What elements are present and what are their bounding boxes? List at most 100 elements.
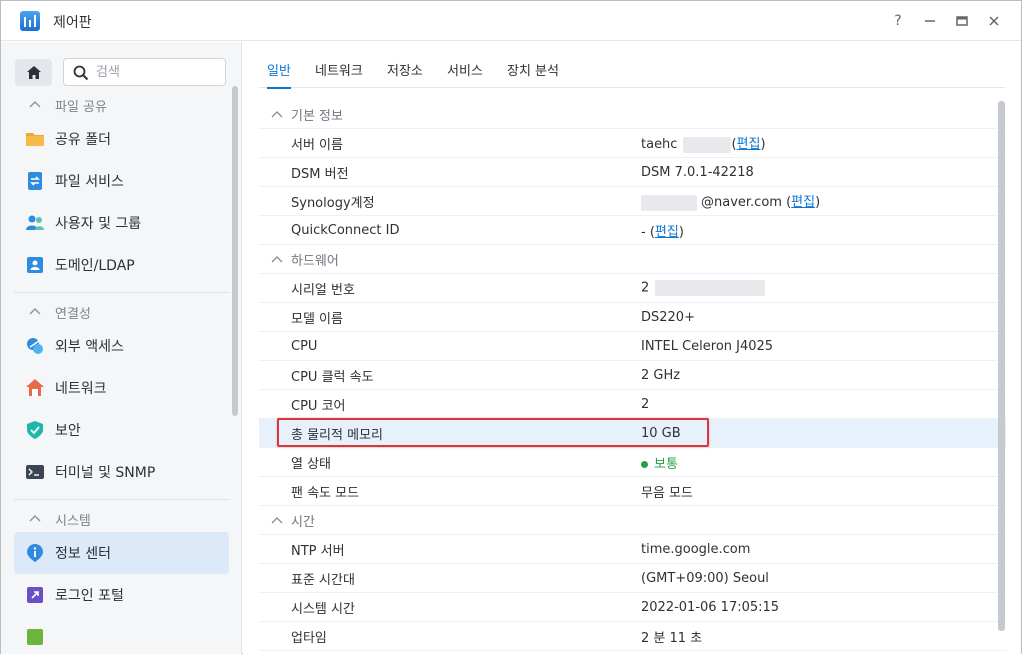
row-label: 팬 속도 모드 [291, 485, 360, 501]
search-box[interactable] [63, 58, 226, 86]
table-row: DSM 버전 DSM 7.0.1-42218 [259, 158, 1006, 187]
group-title: 하드웨어 [291, 253, 339, 269]
table-row: CPU INTEL Celeron J4025 [259, 332, 1006, 361]
row-label: Synology계정 [291, 195, 375, 211]
quickconnect-value: - [641, 224, 646, 240]
close-button[interactable] [983, 11, 1005, 31]
tab-bar: 일반 네트워크 저장소 서비스 장치 분석 [259, 42, 1005, 89]
tab-storage[interactable]: 저장소 [387, 60, 423, 88]
close-icon [989, 16, 999, 26]
sidebar-item-label: 사용자 및 그룹 [55, 216, 142, 232]
file-services-icon [28, 172, 42, 190]
sidebar-item-label: 터미널 및 SNMP [55, 465, 156, 481]
info-grid: 기본 정보 서버 이름 taehc (편집) DSM 버전 DSM 7.0.1-4… [259, 100, 1006, 651]
sidebar-scroll-thumb[interactable] [232, 86, 238, 416]
tab-device-analysis[interactable]: 장치 분석 [507, 60, 559, 88]
main-scrollbar[interactable] [998, 101, 1005, 631]
row-value: DS220+ [641, 309, 695, 325]
row-value: (GMT+09:00) Seoul [641, 570, 769, 586]
section-file-sharing[interactable]: 파일 공유 [1, 92, 241, 118]
home-icon [26, 66, 41, 79]
sidebar-item-label: 네트워크 [55, 381, 107, 397]
row-value: DSM 7.0.1-42218 [641, 164, 754, 180]
sidebar-item-terminal-snmp[interactable]: 터미널 및 SNMP [14, 451, 229, 493]
row-label: 모델 이름 [291, 311, 343, 327]
sidebar-scrollbar[interactable] [232, 86, 238, 416]
sidebar-item-label: 정보 센터 [55, 546, 111, 562]
home-button[interactable] [15, 59, 52, 86]
row-value: 보통 [641, 453, 678, 472]
section-system[interactable]: 시스템 [1, 506, 241, 532]
table-row: 시스템 시간 2022-01-06 17:05:15 [259, 593, 1006, 622]
table-row: CPU 클럭 속도 2 GHz [259, 361, 1006, 390]
search-icon [73, 65, 89, 81]
row-value: INTEL Celeron J4025 [641, 338, 774, 354]
table-row: 서버 이름 taehc (편집) [259, 129, 1006, 158]
network-icon [26, 379, 44, 396]
row-label: 업타임 [291, 630, 327, 646]
table-row: NTP 서버 time.google.com [259, 535, 1006, 564]
sidebar-item-info-center[interactable]: 정보 센터 [14, 532, 229, 574]
redacted-mask [641, 194, 697, 211]
row-label: NTP 서버 [291, 543, 345, 559]
group-hardware[interactable]: 하드웨어 [259, 245, 1006, 274]
row-label: 표준 시간대 [291, 572, 355, 588]
row-label: CPU 코어 [291, 398, 346, 414]
sidebar-item-label: 외부 액세스 [55, 339, 124, 355]
sidebar-item-network[interactable]: 네트워크 [14, 367, 229, 409]
row-value: 2 [641, 396, 650, 412]
edit-quickconnect-link[interactable]: 편집 [655, 225, 679, 240]
chevron-up-icon [271, 517, 283, 524]
row-label: CPU 클럭 속도 [291, 369, 374, 385]
search-input[interactable] [96, 63, 216, 81]
row-value: time.google.com [641, 541, 751, 557]
group-basic-info[interactable]: 기본 정보 [259, 100, 1006, 129]
tab-general[interactable]: 일반 [267, 60, 291, 89]
tab-services[interactable]: 서비스 [447, 60, 483, 88]
section-label: 파일 공유 [55, 99, 107, 115]
edit-account-link[interactable]: 편집 [791, 195, 815, 210]
sidebar-divider [14, 499, 229, 500]
control-panel-app-icon [20, 11, 40, 31]
main-panel: 일반 네트워크 저장소 서비스 장치 분석 기본 정보 서버 이름 taehc(… [243, 42, 1021, 654]
sidebar-item-label: 공유 폴더 [55, 132, 111, 148]
title-bar: 제어판 ? [1, 1, 1021, 41]
status-ok-dot [641, 460, 648, 468]
table-row-selected[interactable]: 총 물리적 메모리 10 GB [259, 419, 1006, 448]
group-title: 시간 [291, 514, 315, 530]
sidebar-item-label: 로그인 포털 [55, 588, 124, 604]
sidebar-item-login-portal[interactable]: 로그인 포털 [14, 574, 229, 616]
group-time[interactable]: 시간 [259, 506, 1006, 535]
row-label: QuickConnect ID [291, 222, 400, 238]
users-icon [26, 215, 44, 230]
edit-server-name-link[interactable]: 편집 [737, 137, 761, 152]
tab-network[interactable]: 네트워크 [315, 60, 363, 88]
sidebar-divider [14, 292, 229, 293]
row-label: CPU [291, 338, 318, 354]
sidebar-item-security[interactable]: 보안 [14, 409, 229, 451]
chevron-up-icon [271, 256, 283, 263]
sidebar-item-external-access[interactable]: 외부 액세스 [14, 325, 229, 367]
row-value: @naver.com (편집) [641, 191, 820, 211]
sidebar-item-file-services[interactable]: 파일 서비스 [14, 160, 229, 202]
row-label: 열 상태 [291, 456, 332, 472]
chevron-up-icon [29, 308, 41, 315]
row-value: 2 분 11 초 [641, 630, 703, 646]
minimize-icon [925, 20, 935, 22]
table-row: 팬 속도 모드 무음 모드 [259, 477, 1006, 506]
sidebar-item-domain-ldap[interactable]: 도메인/LDAP [14, 244, 229, 286]
minimize-button[interactable] [919, 11, 941, 31]
redacted-mask [655, 280, 766, 296]
sidebar-item-label: 파일 서비스 [55, 174, 124, 190]
table-row: 업타임 2 분 11 초 [259, 622, 1006, 651]
sidebar-item-shared-folder[interactable]: 공유 폴더 [14, 118, 229, 160]
thermal-status-value: 보통 [654, 456, 678, 472]
row-label: DSM 버전 [291, 166, 349, 182]
chevron-up-icon [29, 515, 41, 522]
section-connectivity[interactable]: 연결성 [1, 299, 241, 325]
sidebar-item-partial[interactable] [14, 616, 229, 654]
sidebar-item-users-groups[interactable]: 사용자 및 그룹 [14, 202, 229, 244]
maximize-icon [956, 16, 968, 26]
help-button[interactable]: ? [887, 11, 909, 31]
maximize-button[interactable] [951, 11, 973, 31]
